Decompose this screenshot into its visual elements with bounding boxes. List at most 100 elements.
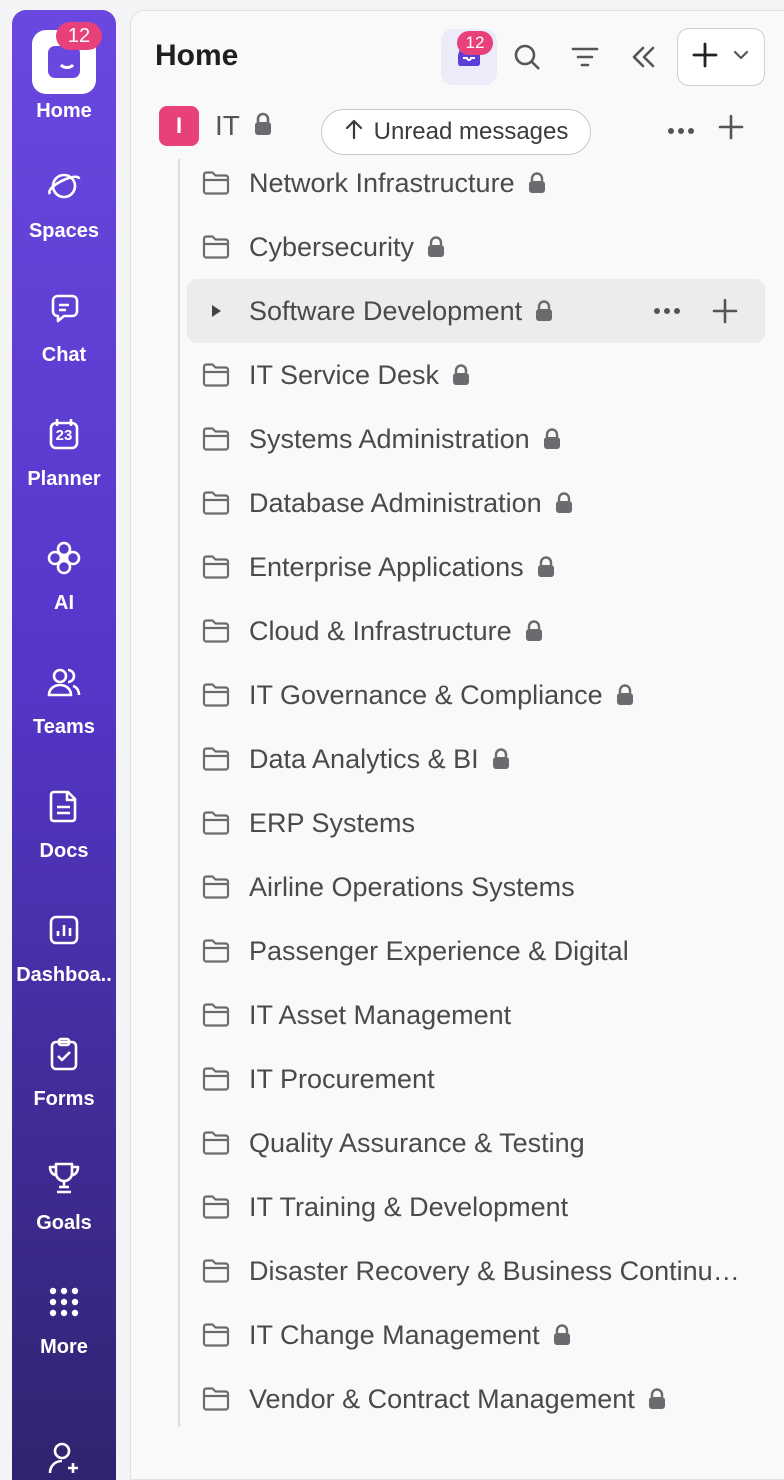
folder-icon <box>201 1384 231 1414</box>
lock-icon <box>615 684 635 706</box>
rail-item-more[interactable]: More <box>12 1270 116 1380</box>
folder-icon <box>201 1320 231 1350</box>
rail-item-spaces[interactable]: Spaces <box>12 154 116 264</box>
folder-name: IT Governance & Compliance <box>249 679 603 710</box>
folder-icon <box>201 872 231 902</box>
folder-row[interactable]: ERP Systems <box>187 791 765 855</box>
folder-row[interactable]: IT Asset Management <box>187 983 765 1047</box>
folder-name: Cloud & Infrastructure <box>249 615 512 646</box>
folder-row[interactable]: Network Infrastructure <box>187 151 765 215</box>
add-icon[interactable] <box>711 107 751 147</box>
folder-row[interactable]: IT Procurement <box>187 1047 765 1111</box>
rail-item-label: Chat <box>41 344 87 366</box>
folder-name: Database Administration <box>249 487 542 518</box>
rail-item-planner[interactable]: 23 Planner <box>12 402 116 512</box>
folder-icon <box>201 552 231 582</box>
lock-icon <box>426 236 446 258</box>
lock-icon <box>554 492 574 514</box>
folder-row[interactable]: Disaster Recovery & Business Continu… <box>187 1239 765 1303</box>
folder-icon <box>201 360 231 390</box>
chat-icon <box>44 290 84 330</box>
lock-icon <box>536 556 556 578</box>
folder-name: IT Training & Development <box>249 1191 569 1222</box>
rail-item-ai[interactable]: AI <box>12 526 116 636</box>
rail-item-chat[interactable]: Chat <box>12 278 116 388</box>
folder-row[interactable]: Vendor & Contract Management <box>187 1367 765 1431</box>
folder-row[interactable]: Software Development <box>187 279 765 343</box>
folder-row[interactable]: Quality Assurance & Testing <box>187 1111 765 1175</box>
unread-messages-button[interactable]: Unread messages <box>321 109 591 155</box>
folder-icon <box>201 232 231 262</box>
filter-icon[interactable] <box>565 37 605 77</box>
dashboard-icon <box>44 910 84 950</box>
rail-item-teams[interactable]: Teams <box>12 650 116 760</box>
folder-icon <box>201 1256 231 1286</box>
teams-icon <box>44 662 84 702</box>
create-button[interactable] <box>677 28 765 86</box>
folder-row[interactable]: Cloud & Infrastructure <box>187 599 765 663</box>
folder-name: Data Analytics & BI <box>249 743 479 774</box>
sidebar-panel: Home 12 I IT Unread messages Network Inf… <box>130 10 784 1480</box>
folder-icon <box>201 808 231 838</box>
folder-row[interactable]: Enterprise Applications <box>187 535 765 599</box>
folder-name: ERP Systems <box>249 807 416 838</box>
folder-name: IT Asset Management <box>249 999 512 1030</box>
rail-item-dashboards[interactable]: Dashboa.. <box>12 898 116 1008</box>
folder-row[interactable]: IT Governance & Compliance <box>187 663 765 727</box>
folder-icon <box>201 424 231 454</box>
add-user-icon <box>44 1438 84 1478</box>
document-icon <box>44 786 84 826</box>
rail-item-label: AI <box>54 592 74 614</box>
lock-icon <box>524 620 544 642</box>
folder-name: Cybersecurity <box>249 231 415 262</box>
home-face-icon <box>48 46 80 78</box>
folder-icon <box>201 1064 231 1094</box>
more-options-icon[interactable] <box>647 291 687 331</box>
folder-name: IT Change Management <box>249 1319 540 1350</box>
folder-icon <box>201 1192 231 1222</box>
planet-icon <box>44 166 84 206</box>
folder-list: Network Infrastructure Cybersecurity Softw… <box>187 151 765 1431</box>
plus-icon <box>692 42 718 73</box>
rail-item-goals[interactable]: Goals <box>12 1146 116 1256</box>
lock-icon <box>491 748 511 770</box>
folder-row[interactable]: Systems Administration <box>187 407 765 471</box>
left-rail: 12 Home Spaces Chat 23 Planner AI Teams … <box>12 10 116 1480</box>
folder-name: IT Procurement <box>249 1063 435 1094</box>
unread-messages-label: Unread messages <box>373 118 569 145</box>
folder-icon <box>201 616 231 646</box>
folder-row[interactable]: IT Service Desk <box>187 343 765 407</box>
calendar-icon: 23 <box>44 414 84 454</box>
more-options-icon[interactable] <box>661 111 701 151</box>
rail-item-home[interactable]: Home <box>12 100 116 134</box>
rail-item-label: Docs <box>39 840 89 862</box>
folder-icon <box>201 488 231 518</box>
rail-item-invite[interactable] <box>12 1430 116 1480</box>
add-icon[interactable] <box>705 291 745 331</box>
arrow-up-icon <box>344 118 364 147</box>
folder-row[interactable]: Data Analytics & BI <box>187 727 765 791</box>
expand-caret-icon[interactable] <box>201 296 231 326</box>
folder-row[interactable]: Airline Operations Systems <box>187 855 765 919</box>
rail-item-label: Spaces <box>28 220 100 242</box>
folder-row[interactable]: IT Change Management <box>187 1303 765 1367</box>
tree-guide-line <box>178 159 180 1427</box>
folder-row[interactable]: Cybersecurity <box>187 215 765 279</box>
folder-name: Systems Administration <box>249 423 530 454</box>
rail-item-forms[interactable]: Forms <box>12 1022 116 1132</box>
form-clipboard-icon <box>44 1034 84 1074</box>
rail-item-label: Dashboa.. <box>16 964 112 986</box>
rail-item-label: Goals <box>36 1212 92 1234</box>
rail-item-docs[interactable]: Docs <box>12 774 116 884</box>
lock-icon <box>552 1324 572 1346</box>
folder-icon <box>201 936 231 966</box>
space-row-it[interactable]: I IT <box>159 106 274 146</box>
ai-sparkle-icon <box>44 538 84 578</box>
folder-row[interactable]: Database Administration <box>187 471 765 535</box>
collapse-sidebar-icon[interactable] <box>623 37 663 77</box>
search-icon[interactable] <box>507 37 547 77</box>
lock-icon <box>647 1388 667 1410</box>
folder-icon <box>201 168 231 198</box>
folder-row[interactable]: Passenger Experience & Digital <box>187 919 765 983</box>
folder-row[interactable]: IT Training & Development <box>187 1175 765 1239</box>
